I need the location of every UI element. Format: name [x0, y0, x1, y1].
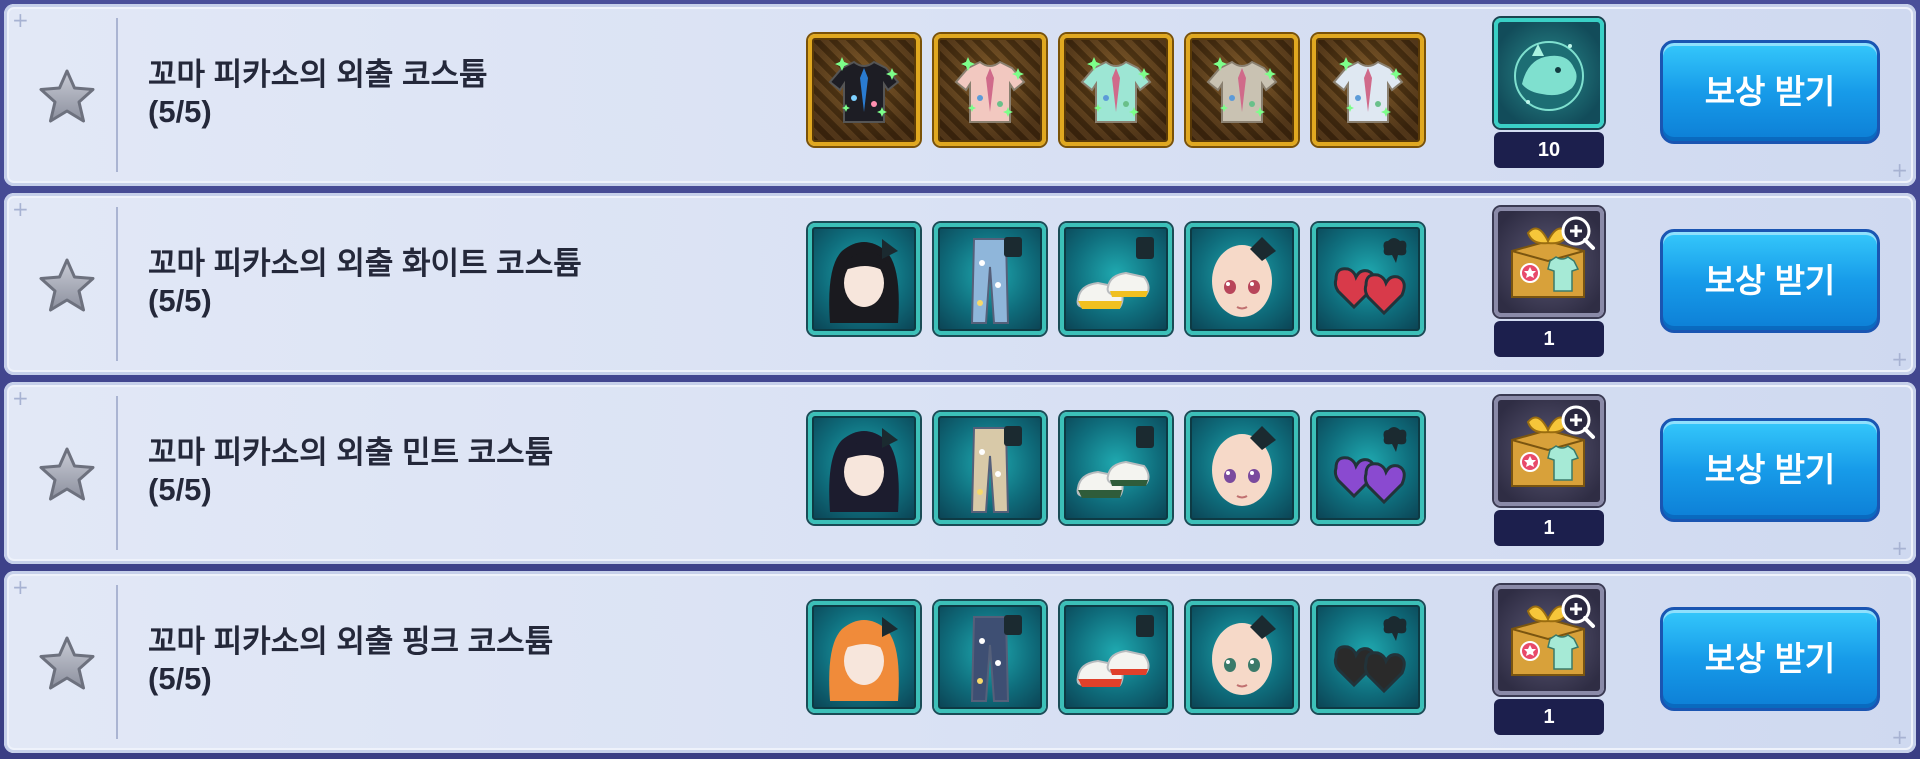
costume-item-slot[interactable]	[1312, 601, 1424, 713]
costume-item-slot[interactable]	[808, 34, 920, 146]
costume-item-slot[interactable]	[1186, 34, 1298, 146]
divider	[116, 585, 118, 739]
corner-ornament-icon: +	[12, 8, 29, 32]
row-title: 꼬마 피카소의 외출 화이트 코스튬 (5/5)	[148, 245, 768, 319]
corner-ornament-icon: +	[12, 197, 29, 221]
claim-reward-button[interactable]: 보상 받기	[1660, 607, 1880, 711]
favorite-star-icon[interactable]	[38, 257, 96, 315]
costume-item-slot[interactable]	[1186, 412, 1298, 524]
costume-item-slot[interactable]	[1186, 601, 1298, 713]
favorite-star-icon[interactable]	[38, 635, 96, 693]
collection-progress: (5/5)	[148, 94, 212, 129]
reward-count: 10	[1494, 132, 1604, 168]
corner-ornament-icon: +	[1891, 347, 1908, 371]
costume-item-slot[interactable]	[934, 601, 1046, 713]
costume-item-slot[interactable]	[808, 412, 920, 524]
row-title: 꼬마 피카소의 외출 민트 코스튬 (5/5)	[148, 434, 768, 508]
claim-reward-button[interactable]: 보상 받기	[1660, 229, 1880, 333]
costume-item-slot[interactable]	[1060, 223, 1172, 335]
divider	[116, 18, 118, 172]
claim-reward-button[interactable]: 보상 받기	[1660, 418, 1880, 522]
costume-item-slot[interactable]	[1312, 223, 1424, 335]
reward-count: 1	[1494, 510, 1604, 546]
costume-item-slot[interactable]	[1060, 412, 1172, 524]
costume-item-slot[interactable]	[1060, 34, 1172, 146]
costume-item-slot[interactable]	[934, 34, 1046, 146]
costume-name: 꼬마 피카소의 외출 코스튬	[148, 57, 488, 92]
costume-item-slot[interactable]	[1060, 601, 1172, 713]
corner-ornament-icon: +	[12, 386, 29, 410]
corner-ornament-icon: +	[1891, 725, 1908, 749]
reward-count: 1	[1494, 699, 1604, 735]
claim-reward-button[interactable]: 보상 받기	[1660, 40, 1880, 144]
reward-slot[interactable]	[1494, 18, 1604, 128]
collection-progress: (5/5)	[148, 661, 212, 696]
corner-ornament-icon: +	[12, 575, 29, 599]
divider	[116, 207, 118, 361]
reward-slot[interactable]	[1494, 396, 1604, 506]
reward-row: + + 꼬마 피카소의 외출 핑크 코스튬 (5/5) 1 보상 받기	[4, 571, 1916, 753]
costume-item-slot[interactable]	[1186, 223, 1298, 335]
favorite-star-icon[interactable]	[38, 68, 96, 126]
divider	[116, 396, 118, 550]
corner-ornament-icon: +	[1891, 536, 1908, 560]
costume-name: 꼬마 피카소의 외출 화이트 코스튬	[148, 246, 582, 281]
collection-progress: (5/5)	[148, 283, 212, 318]
reward-slot[interactable]	[1494, 207, 1604, 317]
row-title: 꼬마 피카소의 외출 핑크 코스튬 (5/5)	[148, 623, 768, 697]
costume-item-slot[interactable]	[808, 601, 920, 713]
reward-slot[interactable]	[1494, 585, 1604, 695]
costume-name: 꼬마 피카소의 외출 민트 코스튬	[148, 435, 554, 470]
reward-row: + + 꼬마 피카소의 외출 화이트 코스튬 (5/5) 1 보상 받기	[4, 193, 1916, 375]
costume-item-slot[interactable]	[1312, 34, 1424, 146]
collection-progress: (5/5)	[148, 472, 212, 507]
corner-ornament-icon: +	[1891, 158, 1908, 182]
reward-row: + + 꼬마 피카소의 외출 코스튬 (5/5) 10 보상 받기	[4, 4, 1916, 186]
reward-count: 1	[1494, 321, 1604, 357]
costume-item-slot[interactable]	[934, 223, 1046, 335]
costume-name: 꼬마 피카소의 외출 핑크 코스튬	[148, 624, 554, 659]
costume-item-slot[interactable]	[1312, 412, 1424, 524]
reward-list: + + 꼬마 피카소의 외출 코스튬 (5/5) 10 보상 받기 + + 꼬마…	[0, 0, 1920, 759]
costume-item-slot[interactable]	[934, 412, 1046, 524]
row-title: 꼬마 피카소의 외출 코스튬 (5/5)	[148, 56, 768, 130]
reward-row: + + 꼬마 피카소의 외출 민트 코스튬 (5/5) 1 보상 받기	[4, 382, 1916, 564]
favorite-star-icon[interactable]	[38, 446, 96, 504]
costume-item-slot[interactable]	[808, 223, 920, 335]
